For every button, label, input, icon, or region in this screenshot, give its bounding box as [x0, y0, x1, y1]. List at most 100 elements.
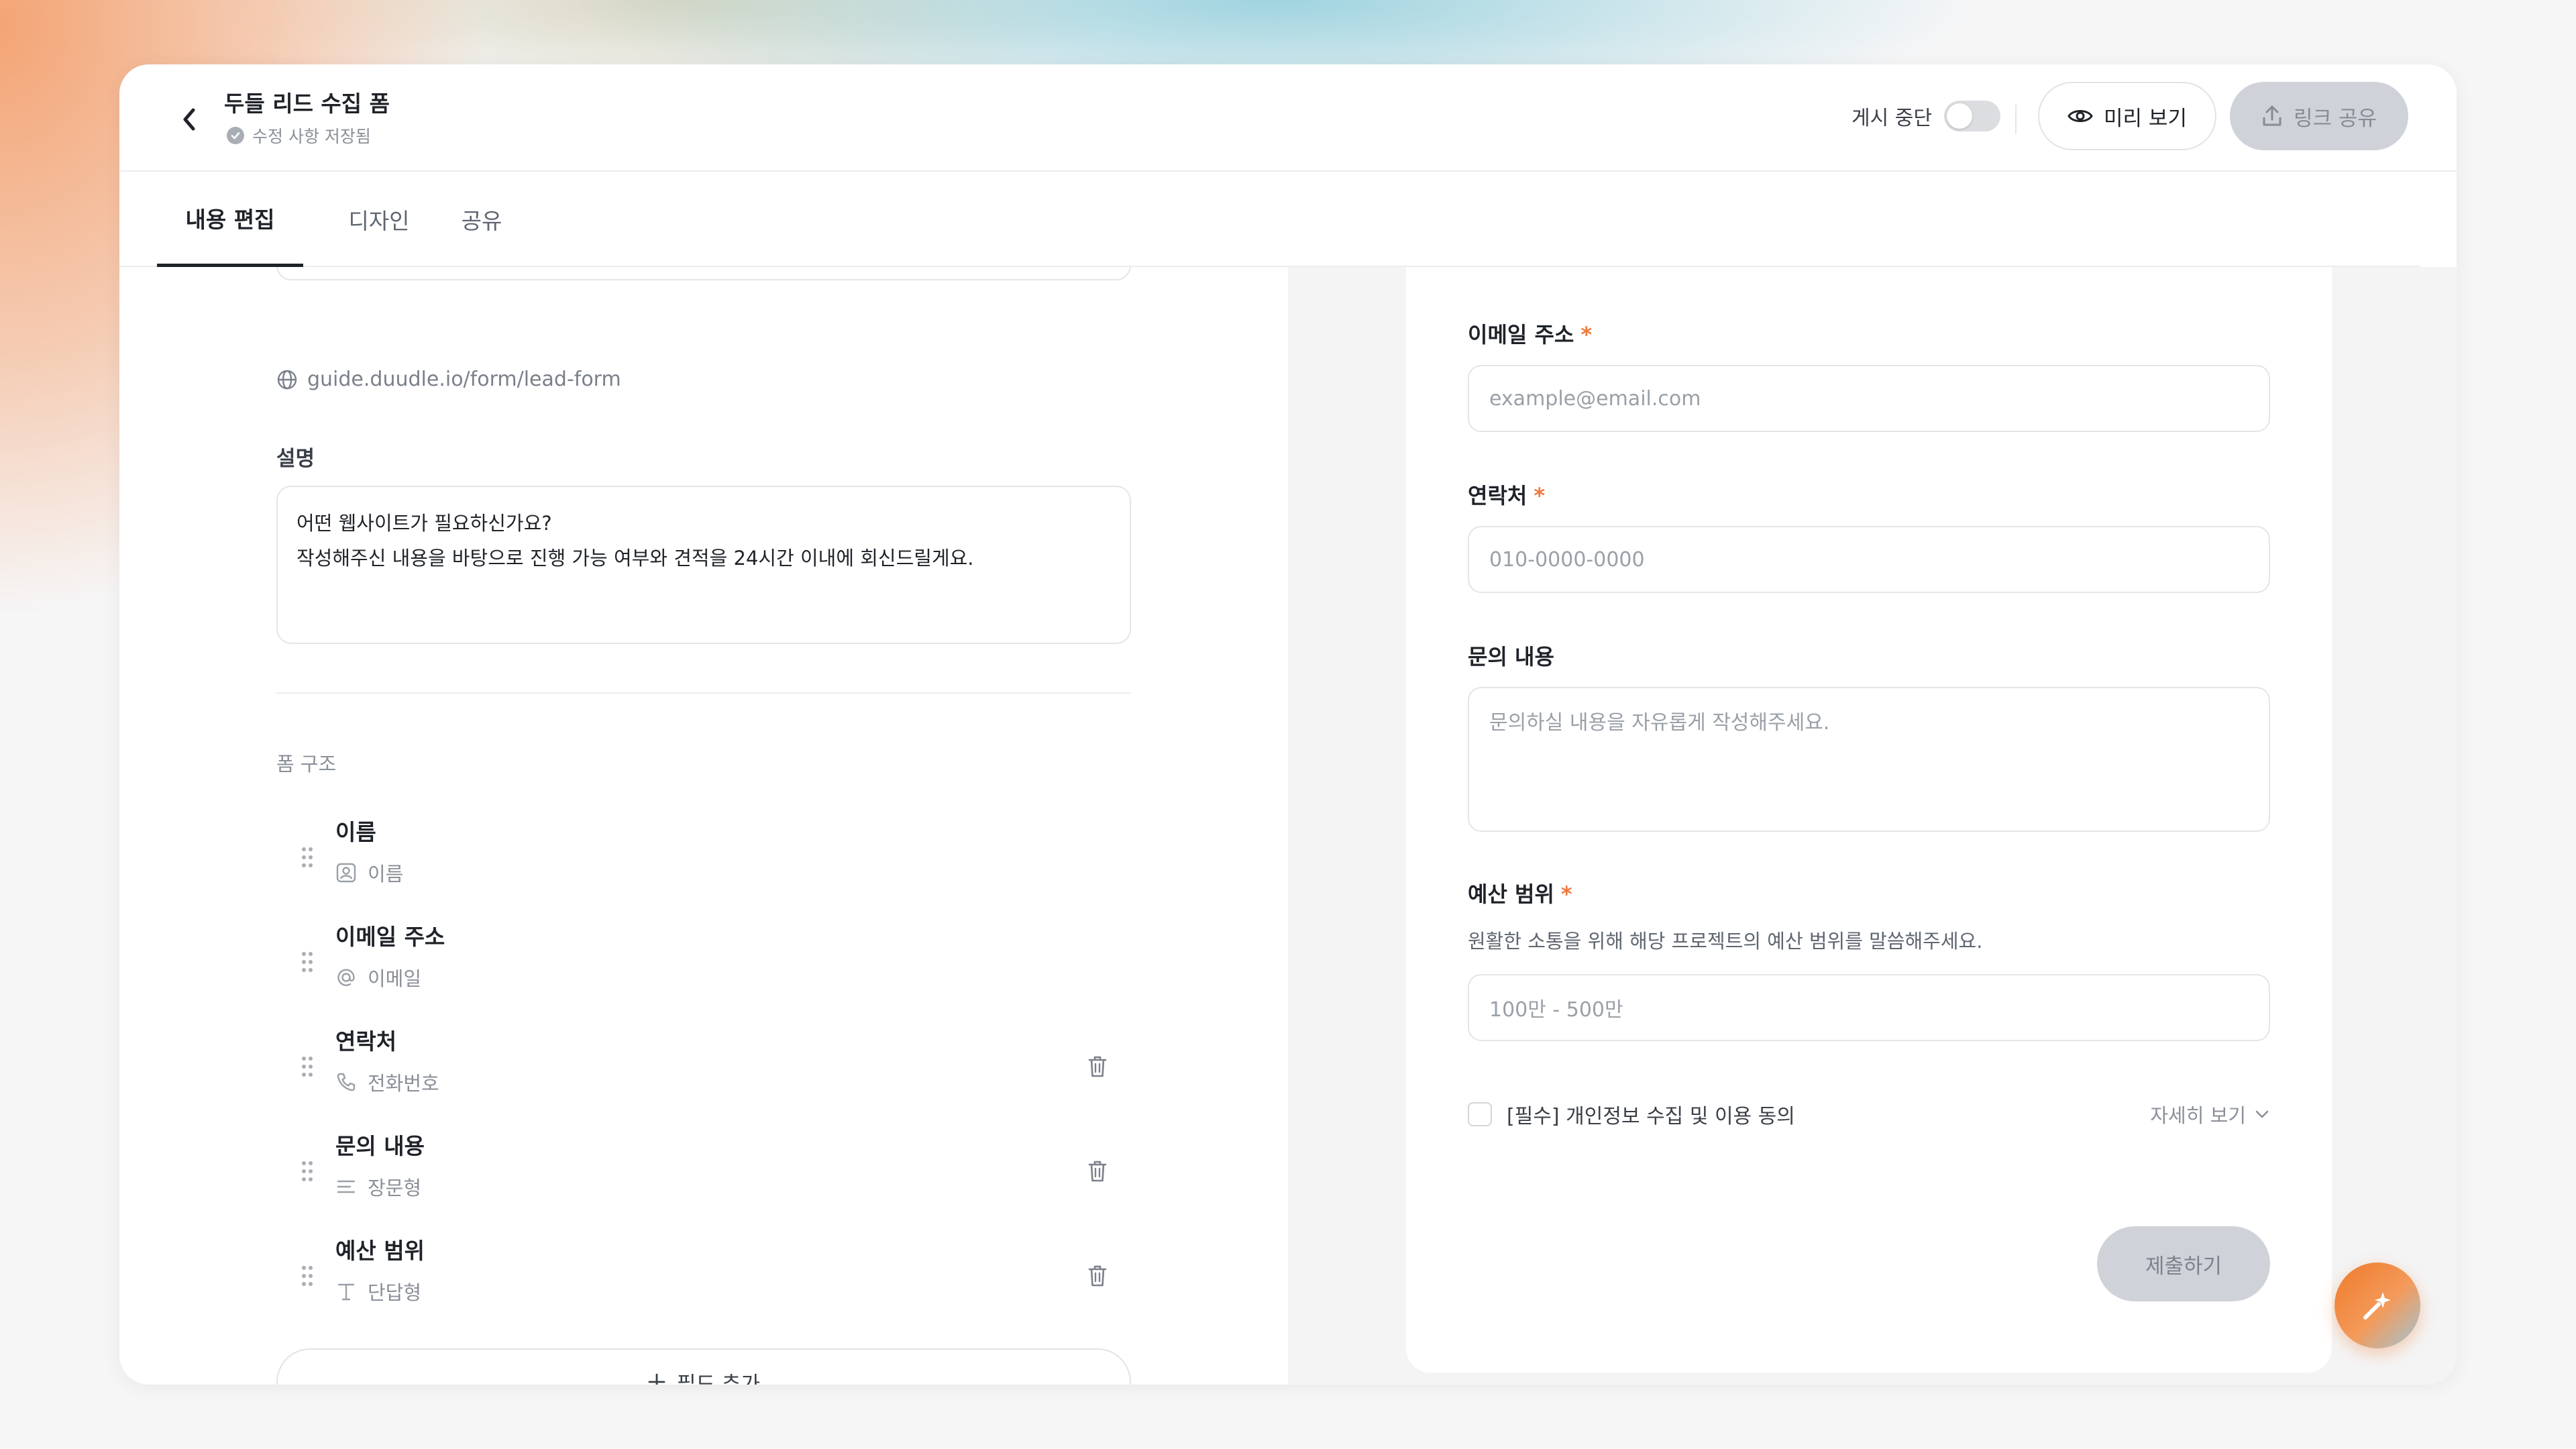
- publish-pause-label: 게시 중단: [1851, 107, 1932, 130]
- tab-share[interactable]: 공유: [447, 172, 517, 267]
- add-field-label: 필드 추가: [677, 1372, 760, 1385]
- field-type-label: 이메일: [368, 967, 422, 990]
- form-url-text: guide.duudle.io/form/lead-form: [307, 368, 621, 391]
- delete-field-button[interactable]: [1084, 1052, 1111, 1081]
- details-link[interactable]: 자세히 보기: [2150, 1100, 2270, 1128]
- field-type-label: 전화번호: [368, 1072, 439, 1095]
- preview-panel: 이메일 주소 * example@email.com 연락처 * 010-0000-…: [1288, 240, 2457, 1385]
- inquiry-textarea[interactable]: 문의하실 내용을 자유롭게 작성해주세요.: [1468, 687, 2270, 832]
- sparkle-wand-icon: [2363, 1292, 2391, 1320]
- form-title: 두들 리드 수집 폼: [224, 91, 390, 117]
- share-link-button[interactable]: 링크 공유: [2230, 82, 2408, 150]
- person-icon: [336, 863, 356, 883]
- section-divider: [276, 692, 1131, 694]
- header-bar: 두들 리드 수집 폼 수정 사항 저장됨 게시 중단 미리 보기 링크 공유: [119, 64, 2457, 172]
- field-item-email[interactable]: 이메일 주소 이메일: [276, 915, 1131, 1009]
- save-status-text: 수정 사항 저장됨: [252, 127, 371, 146]
- consent-checkbox[interactable]: [1468, 1102, 1492, 1126]
- drag-handle-icon[interactable]: [299, 1158, 315, 1185]
- field-type: 전화번호: [335, 1068, 439, 1096]
- preview-button-label: 미리 보기: [2104, 106, 2187, 131]
- drag-handle-icon[interactable]: [299, 844, 315, 871]
- back-button[interactable]: [170, 101, 208, 138]
- chevron-left-icon: [183, 108, 195, 131]
- consent-label: [필수] 개인정보 수집 및 이용 동의: [1507, 1105, 1795, 1128]
- tab-design[interactable]: 디자인: [334, 172, 424, 267]
- form-url: guide.duudle.io/form/lead-form: [276, 368, 621, 391]
- delete-field-button[interactable]: [1084, 1261, 1111, 1291]
- required-mark: *: [1560, 881, 1572, 907]
- field-type-label: 장문형: [368, 1177, 422, 1199]
- phone-label-text: 연락처: [1468, 483, 1527, 508]
- submit-button[interactable]: 제출하기: [2097, 1226, 2270, 1301]
- email-placeholder: example@email.com: [1489, 386, 1701, 411]
- required-mark: *: [1534, 483, 1546, 508]
- budget-question-label: 예산 범위 *: [1468, 877, 1572, 908]
- app-window: 두들 리드 수집 폼 수정 사항 저장됨 게시 중단 미리 보기 링크 공유 내…: [119, 64, 2457, 1385]
- description-textarea[interactable]: 어떤 웹사이트가 필요하신가요? 작성해주신 내용을 바탕으로 진행 가능 여부…: [276, 486, 1131, 644]
- inquiry-question-label: 문의 내용: [1468, 644, 1554, 669]
- globe-icon: [277, 370, 297, 389]
- email-label-text: 이메일 주소: [1468, 322, 1574, 347]
- field-type-label: 단답형: [368, 1281, 422, 1304]
- phone-question-label: 연락처 *: [1468, 479, 1545, 510]
- field-item-budget[interactable]: 예산 범위 단답형: [276, 1229, 1131, 1323]
- budget-help-text: 원활한 소통을 위해 해당 프로젝트의 예산 범위를 말씀해주세요.: [1468, 930, 1983, 953]
- field-name: 연락처: [335, 1028, 397, 1055]
- field-name: 문의 내용: [335, 1133, 425, 1159]
- field-type: 이메일: [335, 963, 421, 991]
- budget-label-text: 예산 범위: [1468, 881, 1554, 907]
- description-line-1: 어떤 웹사이트가 필요하신가요?: [297, 512, 552, 535]
- editor-panel: guide.duudle.io/form/lead-form 설명 어떤 웹사이…: [119, 250, 1288, 1385]
- field-item-phone[interactable]: 연락처 전화번호: [276, 1020, 1131, 1114]
- tab-bar: 내용 편집 디자인 공유: [119, 172, 2420, 267]
- form-structure-label: 폼 구조: [276, 753, 337, 775]
- chevron-down-icon: [2255, 1110, 2269, 1118]
- field-type: 이름: [335, 859, 403, 887]
- at-icon: [337, 969, 355, 986]
- trash-icon: [1088, 1265, 1107, 1287]
- description-line-2: 작성해주신 내용을 바탕으로 진행 가능 여부와 견적을 24시간 이내에 회신…: [297, 547, 974, 570]
- share-link-label: 링크 공유: [2294, 106, 2377, 131]
- field-item-inquiry[interactable]: 문의 내용 장문형: [276, 1124, 1131, 1218]
- trash-icon: [1088, 1161, 1107, 1182]
- drag-handle-icon[interactable]: [299, 1263, 315, 1289]
- preview-button[interactable]: 미리 보기: [2038, 82, 2216, 150]
- field-type: 단답형: [335, 1277, 421, 1305]
- drag-handle-icon[interactable]: [299, 1053, 315, 1080]
- trash-icon: [1088, 1056, 1107, 1077]
- header-divider: [2015, 105, 2017, 134]
- publish-pause-control: 게시 중단: [1851, 101, 2000, 131]
- paragraph-icon: [337, 1180, 356, 1193]
- check-circle-icon: [227, 127, 244, 144]
- field-type-label: 이름: [368, 863, 404, 885]
- description-label: 설명: [276, 447, 315, 471]
- save-status: 수정 사항 저장됨: [227, 123, 371, 148]
- upload-icon: [2263, 105, 2282, 126]
- form-preview-card: 이메일 주소 * example@email.com 연락처 * 010-0000-…: [1406, 240, 2332, 1373]
- delete-field-button[interactable]: [1084, 1157, 1111, 1186]
- field-name: 이메일 주소: [335, 924, 445, 950]
- drag-handle-icon[interactable]: [299, 949, 315, 975]
- email-question-label: 이메일 주소 *: [1468, 318, 1592, 349]
- phone-icon: [337, 1073, 356, 1091]
- field-item-name[interactable]: 이름 이름: [276, 810, 1131, 904]
- phone-placeholder: 010-0000-0000: [1489, 547, 1645, 572]
- publish-pause-toggle[interactable]: [1943, 101, 2000, 131]
- eye-icon: [2068, 110, 2093, 122]
- field-type: 장문형: [335, 1173, 421, 1201]
- required-mark: *: [1580, 322, 1593, 347]
- details-label: 자세히 보기: [2150, 1104, 2246, 1127]
- field-name: 이름: [335, 819, 376, 845]
- budget-input[interactable]: 100만 - 500만: [1468, 974, 2270, 1041]
- consent-row: [필수] 개인정보 수집 및 이용 동의 자세히 보기: [1468, 1097, 2270, 1131]
- add-field-button[interactable]: 필드 추가: [276, 1348, 1131, 1385]
- email-input[interactable]: example@email.com: [1468, 365, 2270, 432]
- inquiry-placeholder: 문의하실 내용을 자유롭게 작성해주세요.: [1489, 711, 1830, 735]
- budget-placeholder: 100만 - 500만: [1489, 998, 1623, 1022]
- field-name: 예산 범위: [335, 1238, 425, 1264]
- plus-icon: [648, 1373, 665, 1385]
- tab-content-edit[interactable]: 내용 편집: [157, 172, 303, 267]
- phone-input[interactable]: 010-0000-0000: [1468, 526, 2270, 593]
- ai-assistant-button[interactable]: [2334, 1263, 2420, 1348]
